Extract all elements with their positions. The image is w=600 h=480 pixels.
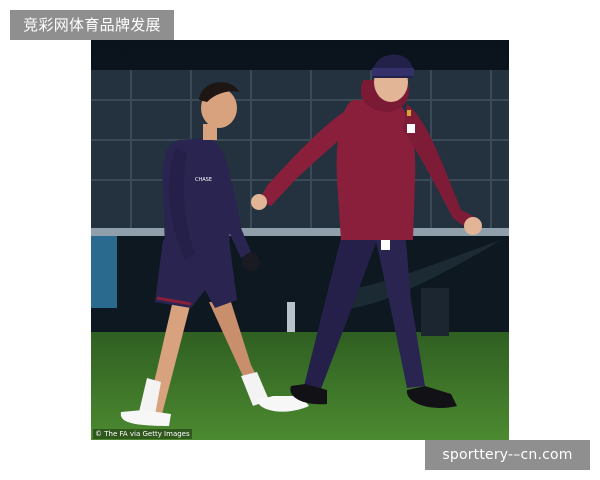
site-url-tag: sporttery-–cn.com [425,440,590,470]
training-scene: CHASE [91,40,509,440]
stand-wall [91,70,509,230]
shirt-sponsor-text: CHASE [195,177,212,183]
site-title-tag: 竞彩网体育品牌发展 [10,10,174,40]
blue-board-panel [91,236,117,308]
background-figure [421,288,449,336]
training-photo: CHASE © The FA via Getty Images [91,40,509,440]
photo-credit: © The FA via Getty Images [93,429,192,439]
pitch-side-barrier [91,228,509,236]
